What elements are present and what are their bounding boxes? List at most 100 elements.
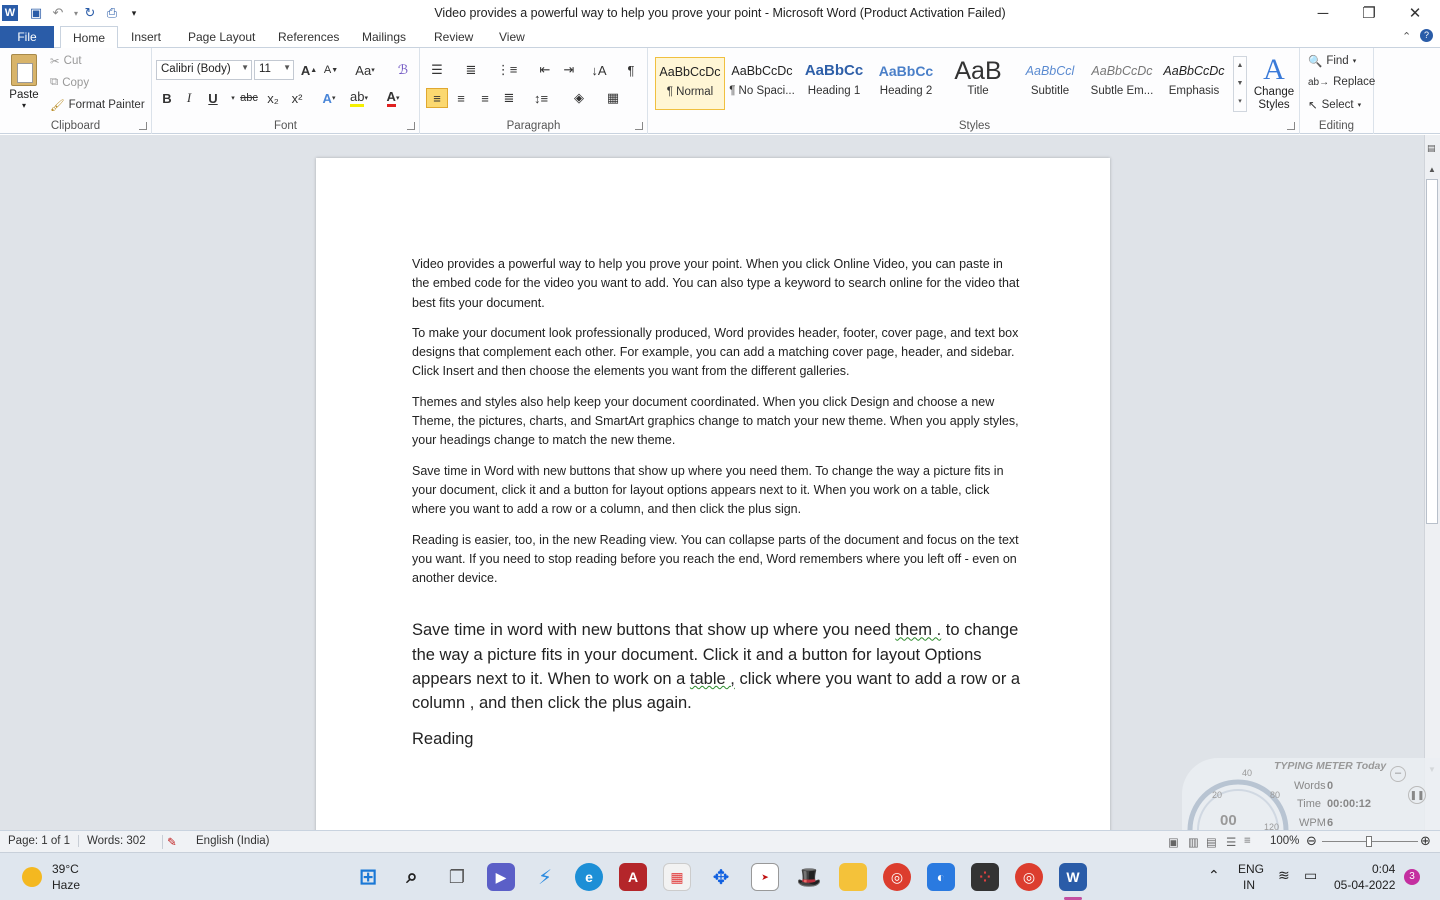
restore-button[interactable]: ❐ bbox=[1346, 0, 1392, 26]
vscode-like-icon[interactable]: ⚡ bbox=[531, 863, 559, 891]
clear-formatting-icon[interactable]: ℬ bbox=[392, 60, 414, 80]
font-launcher-icon[interactable] bbox=[407, 122, 415, 130]
close-button[interactable]: ✕ bbox=[1392, 0, 1438, 26]
web-layout-icon[interactable]: ▤ bbox=[1206, 835, 1217, 849]
chrome-profile-icon[interactable]: ◎ bbox=[1015, 863, 1043, 891]
multilevel-list-icon[interactable]: ⋮≡ bbox=[496, 60, 518, 80]
change-styles-button[interactable]: A Change Styles bbox=[1252, 54, 1296, 112]
proofing-icon[interactable]: ✎ bbox=[162, 835, 177, 849]
replace-button[interactable]: ab→ Replace bbox=[1308, 76, 1375, 88]
select-button[interactable]: ↖ Select ▾ bbox=[1308, 98, 1361, 112]
notification-badge[interactable]: 3 bbox=[1404, 869, 1420, 885]
ruler-toggle-icon[interactable]: ▤ bbox=[1427, 143, 1436, 154]
format-painter-button[interactable]: 🖌 Format Painter bbox=[50, 98, 145, 112]
hat-app-icon[interactable]: 🎩 bbox=[795, 863, 823, 891]
language-indicator[interactable]: ENG bbox=[1238, 862, 1264, 876]
teams-chat-icon[interactable]: ▶ bbox=[487, 863, 515, 891]
bold-button[interactable]: B bbox=[156, 88, 178, 108]
grammar-error[interactable]: them . bbox=[895, 621, 941, 639]
find-button[interactable]: 🔍 Find ▾ bbox=[1308, 54, 1356, 68]
styles-launcher-icon[interactable] bbox=[1287, 122, 1295, 130]
zoom-out-icon[interactable]: ⊖ bbox=[1306, 833, 1317, 849]
tray-chevron-icon[interactable]: ⌃ bbox=[1208, 867, 1220, 884]
style-subtitle[interactable]: AaBbCcl Subtitle bbox=[1015, 57, 1085, 110]
clock-time[interactable]: 0:04 bbox=[1372, 862, 1395, 876]
vertical-scrollbar[interactable]: ▤ ▲ ▼ bbox=[1424, 135, 1440, 830]
tab-mailings[interactable]: Mailings bbox=[350, 26, 418, 48]
meter-pause-icon[interactable]: ❚❚ bbox=[1408, 786, 1426, 804]
cut-button[interactable]: ✂ Cut bbox=[50, 54, 82, 68]
rocket-app-icon[interactable]: ➤ bbox=[751, 863, 779, 891]
grow-font-icon[interactable]: A ▲ bbox=[298, 60, 320, 80]
justify-icon[interactable]: ≣ bbox=[498, 88, 520, 108]
sort-icon[interactable]: ↓A bbox=[588, 60, 610, 80]
text-effects-icon[interactable]: A ▾ bbox=[318, 88, 340, 108]
scroll-thumb[interactable] bbox=[1426, 179, 1438, 524]
draft-icon[interactable]: ≡ bbox=[1244, 835, 1251, 847]
grammar-error[interactable]: table , bbox=[690, 670, 735, 688]
align-right-icon[interactable]: ≡ bbox=[474, 88, 496, 108]
windows-start-icon[interactable]: ⊞ bbox=[354, 863, 382, 891]
style-normal[interactable]: AaBbCcDc ¶ Normal bbox=[655, 57, 725, 110]
clipboard-launcher-icon[interactable] bbox=[139, 122, 147, 130]
borders-icon[interactable]: ▦ bbox=[602, 88, 624, 108]
tab-page-layout[interactable]: Page Layout bbox=[176, 26, 267, 48]
paragraph-4[interactable]: Save time in Word with new buttons that … bbox=[412, 462, 1022, 520]
vpn-app-icon[interactable]: ◐ bbox=[927, 863, 955, 891]
store-icon[interactable]: ▦ bbox=[663, 863, 691, 891]
bullets-icon[interactable]: ☰ bbox=[426, 60, 448, 80]
task-view-icon[interactable]: ❐ bbox=[443, 863, 471, 891]
language-region[interactable]: IN bbox=[1243, 878, 1255, 892]
font-color-icon[interactable]: A ▾ bbox=[382, 88, 404, 108]
paragraph-launcher-icon[interactable] bbox=[635, 122, 643, 130]
word-taskbar-icon[interactable]: W bbox=[1059, 863, 1087, 891]
underline-button[interactable]: U bbox=[202, 88, 224, 108]
document-body[interactable]: Video provides a powerful way to help yo… bbox=[412, 255, 1022, 751]
zoom-level[interactable]: 100% bbox=[1270, 835, 1299, 847]
access-icon[interactable]: A bbox=[619, 863, 647, 891]
italic-button[interactable]: I bbox=[178, 88, 200, 108]
print-layout-icon[interactable]: ▣ bbox=[1168, 835, 1179, 849]
word-count[interactable]: Words: 302 bbox=[78, 835, 146, 847]
decrease-indent-icon[interactable]: ⇤ bbox=[534, 60, 556, 80]
paragraph-2[interactable]: To make your document look professionall… bbox=[412, 324, 1022, 382]
dropbox-icon[interactable]: ✥ bbox=[707, 863, 735, 891]
style-subtle-emphasis[interactable]: AaBbCcDc Subtle Em... bbox=[1087, 57, 1157, 110]
tab-review[interactable]: Review bbox=[422, 26, 485, 48]
font-name-combo[interactable]: Calibri (Body) ▼ bbox=[156, 60, 252, 80]
paragraph-3[interactable]: Themes and styles also help keep your do… bbox=[412, 393, 1022, 451]
document-page[interactable]: Video provides a powerful way to help yo… bbox=[316, 158, 1110, 830]
font-size-combo[interactable]: 11 ▼ bbox=[254, 60, 294, 80]
increase-indent-icon[interactable]: ⇥ bbox=[558, 60, 580, 80]
help-icon[interactable]: ⌃ bbox=[1402, 30, 1411, 43]
weather-desc[interactable]: Haze bbox=[52, 878, 80, 892]
tab-home[interactable]: Home bbox=[60, 26, 119, 49]
meter-minimize-icon[interactable]: – bbox=[1390, 766, 1406, 782]
weather-sun-icon[interactable] bbox=[22, 867, 42, 887]
paragraph-5[interactable]: Reading is easier, too, in the new Readi… bbox=[412, 531, 1022, 589]
style-heading-2[interactable]: AaBbCc Heading 2 bbox=[871, 57, 941, 110]
superscript-button[interactable]: x² bbox=[286, 88, 308, 108]
typing-meter-widget[interactable]: 20 40 80 120 00 TYPING METER Today Words… bbox=[1182, 758, 1440, 832]
highlight-icon[interactable]: ab ▾ bbox=[348, 88, 370, 108]
zoom-slider-thumb[interactable] bbox=[1366, 836, 1372, 847]
style-heading-1[interactable]: AaBbCc Heading 1 bbox=[799, 57, 869, 110]
typed-last-line[interactable]: Reading bbox=[412, 727, 1022, 751]
numbering-icon[interactable]: ≣ bbox=[460, 60, 482, 80]
full-screen-reading-icon[interactable]: ▥ bbox=[1188, 835, 1199, 849]
tab-view[interactable]: View bbox=[487, 26, 537, 48]
clock-date[interactable]: 05-04-2022 bbox=[1334, 878, 1395, 892]
file-explorer-icon[interactable] bbox=[839, 863, 867, 891]
search-icon[interactable]: ⌕ bbox=[398, 863, 426, 891]
battery-icon[interactable]: ▭ bbox=[1304, 867, 1317, 884]
strikethrough-button[interactable]: abc bbox=[238, 88, 260, 108]
style-no-spacing[interactable]: AaBbCcDc ¶ No Spaci... bbox=[727, 57, 797, 110]
style-title[interactable]: AaB Title bbox=[943, 57, 1013, 110]
shading-icon[interactable]: ◈ bbox=[568, 88, 590, 108]
zoom-in-icon[interactable]: ⊕ bbox=[1420, 833, 1431, 849]
tab-file[interactable]: File bbox=[0, 26, 54, 48]
line-spacing-icon[interactable]: ↕≡ bbox=[530, 88, 552, 108]
scroll-up-icon[interactable]: ▲ bbox=[1428, 165, 1436, 174]
shrink-font-icon[interactable]: A ▼ bbox=[320, 60, 342, 80]
dice-app-icon[interactable]: ⁘ bbox=[971, 863, 999, 891]
